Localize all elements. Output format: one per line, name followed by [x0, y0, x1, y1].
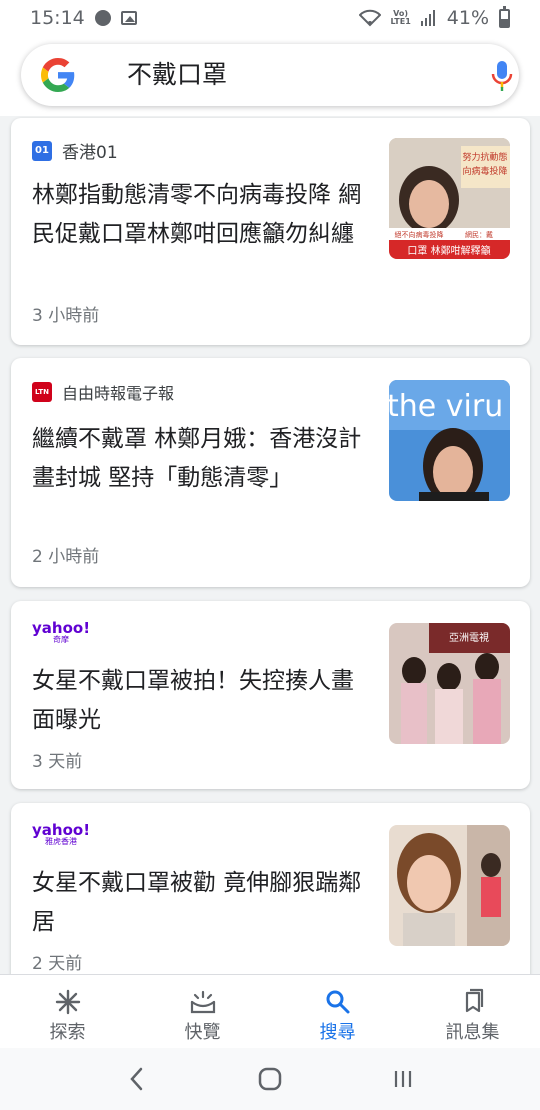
status-right: Vo) LTE1 41%: [358, 5, 510, 29]
source-logo-text: LTN: [35, 388, 49, 396]
thumb-caption-1: 亞洲電視: [449, 631, 489, 644]
status-time: 15:14: [30, 7, 85, 29]
article-thumbnail[interactable]: [389, 825, 510, 946]
home-button[interactable]: [250, 1059, 290, 1099]
headline[interactable]: 繼續不戴罩 林鄭月娥：香港沒計畫封城 堅持「動態清零」: [32, 420, 374, 498]
source-row: LTN 自由時報電子報: [32, 380, 174, 404]
nav-discover[interactable]: 探索: [0, 975, 135, 1048]
volte-line2: LTE1: [390, 17, 411, 26]
news-feed[interactable]: 01 香港01 林鄭指動態清零不向病毒投降 網民促戴口罩林鄭咁回應籲勿糾纏 3 …: [0, 116, 540, 974]
headline[interactable]: 女星不戴口罩被勸 竟伸腳狠踹鄰居: [32, 864, 374, 942]
nav-search[interactable]: 搜尋: [270, 975, 405, 1048]
yahoo-sublabel: 奇摩: [53, 635, 70, 644]
news-card[interactable]: yahoo! 奇摩 女星不戴口罩被拍！失控揍人畫面曝光 3 天前 亞洲電視: [11, 601, 530, 789]
publish-time: 2 小時前: [32, 547, 100, 567]
notification-dot-icon: [94, 10, 111, 26]
yahoo-logo-icon: yahoo! 雅虎香港: [32, 823, 90, 846]
battery-percent: 41%: [446, 7, 489, 29]
publish-time: 3 小時前: [32, 306, 100, 326]
source-row: yahoo! 雅虎香港: [32, 823, 90, 846]
signal-icon: [420, 10, 435, 26]
source-name: 自由時報電子報: [62, 384, 175, 403]
article-thumbnail[interactable]: the viru: [389, 380, 510, 501]
nav-label: 搜尋: [319, 1022, 356, 1043]
ltn-logo-icon: LTN: [32, 382, 52, 402]
thumbnail-image: 努力抗動態 向病毒投降 絕不向病毒投降 網民：戴 口罩 林鄭咁解釋籲: [389, 138, 510, 259]
headline[interactable]: 林鄭指動態清零不向病毒投降 網民促戴口罩林鄭咁回應籲勿糾纏: [32, 176, 374, 254]
home-icon: [258, 1067, 282, 1091]
search-icon: [326, 990, 349, 1014]
source-name: 香港01: [62, 143, 118, 163]
microphone-icon[interactable]: [491, 61, 513, 91]
thumb-caption-1: the viru: [389, 389, 503, 424]
battery-level: [501, 19, 508, 26]
asterisk-icon: [55, 989, 80, 1015]
yahoo-wordmark: yahoo!: [32, 619, 91, 637]
thumb-caption-2: 向病毒投降: [462, 165, 507, 177]
back-button[interactable]: [117, 1059, 157, 1099]
search-header: 不戴口罩: [0, 36, 540, 116]
back-chevron-icon: [129, 1067, 142, 1091]
system-navigation-bar: [0, 1048, 540, 1110]
bottom-navigation: 探索 快覽 搜尋 訊息集: [0, 974, 540, 1048]
gallery-notification-icon: [120, 11, 137, 25]
nav-collections[interactable]: 訊息集: [405, 975, 540, 1048]
thumbnail-image: 亞洲電視: [389, 623, 510, 744]
search-box[interactable]: 不戴口罩: [21, 44, 519, 106]
status-left: 15:14: [30, 7, 137, 29]
recents-button[interactable]: [383, 1059, 423, 1099]
nav-label: 探索: [49, 1022, 86, 1043]
google-logo-icon: [41, 58, 75, 92]
thumb-caption-5: 口罩 林鄭咁解釋籲: [407, 244, 490, 257]
thumb-caption-4: 網民：戴: [465, 230, 493, 239]
thumb-caption-3: 絕不向病毒投降: [395, 230, 444, 239]
publish-time: 3 天前: [32, 752, 83, 772]
news-card[interactable]: yahoo! 雅虎香港 女星不戴口罩被勸 竟伸腳狠踹鄰居 2 天前: [11, 803, 530, 974]
headline[interactable]: 女星不戴口罩被拍！失控揍人畫面曝光: [32, 662, 374, 740]
snapshot-icon: [190, 990, 215, 1014]
source-logo-text: 01: [35, 145, 49, 156]
nav-label: 快覽: [184, 1022, 221, 1043]
collections-icon: [465, 988, 483, 1013]
battery-icon: [499, 5, 510, 28]
wifi-icon: [358, 9, 381, 27]
article-thumbnail[interactable]: 亞洲電視: [389, 623, 510, 744]
news-card[interactable]: 01 香港01 林鄭指動態清零不向病毒投降 網民促戴口罩林鄭咁回應籲勿糾纏 3 …: [11, 118, 530, 345]
article-thumbnail[interactable]: 努力抗動態 向病毒投降 絕不向病毒投降 網民：戴 口罩 林鄭咁解釋籲: [389, 138, 510, 259]
publish-time: 2 天前: [32, 954, 83, 974]
nav-label: 訊息集: [445, 1022, 500, 1043]
news-card[interactable]: LTN 自由時報電子報 繼續不戴罩 林鄭月娥：香港沒計畫封城 堅持「動態清零」 …: [11, 358, 530, 587]
volte-indicator: Vo) LTE1: [391, 10, 411, 26]
yahoo-logo-icon: yahoo! 奇摩: [32, 621, 90, 644]
source-row: yahoo! 奇摩: [32, 621, 90, 644]
thumbnail-image: the viru: [389, 380, 510, 501]
yahoo-wordmark: yahoo!: [32, 821, 91, 839]
hk01-logo-icon: 01: [32, 140, 52, 161]
yahoo-sublabel: 雅虎香港: [45, 837, 78, 846]
thumbnail-image: [389, 825, 510, 946]
thumb-caption-1: 努力抗動態: [462, 151, 507, 163]
nav-snapshot[interactable]: 快覽: [135, 975, 270, 1048]
source-row: 01 香港01: [32, 138, 118, 163]
recents-icon: [395, 1071, 412, 1087]
search-input[interactable]: 不戴口罩: [127, 58, 227, 92]
status-bar: 15:14 Vo) LTE1 41%: [0, 0, 540, 36]
